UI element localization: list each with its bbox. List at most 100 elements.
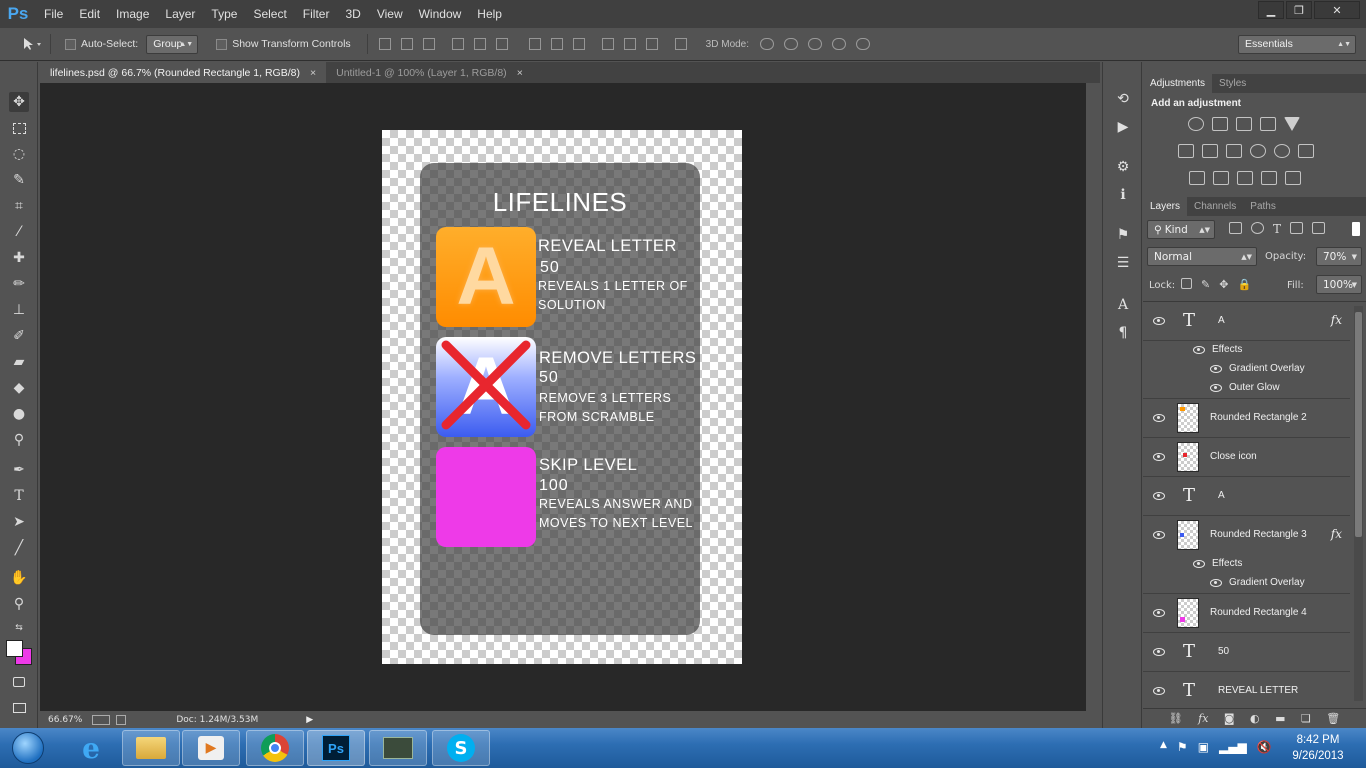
type-tool-icon[interactable]: T (9, 486, 29, 506)
visibility-eye-icon[interactable] (1153, 609, 1165, 617)
export-icon[interactable] (116, 714, 127, 725)
lock-all-icon[interactable]: 🔒 (1237, 278, 1251, 291)
distribute-hcenter-icon[interactable] (623, 38, 636, 50)
layer-row[interactable]: Close icon (1143, 438, 1350, 477)
hand-tool-icon[interactable]: ✋ (9, 568, 29, 588)
visibility-eye-icon[interactable] (1210, 384, 1222, 392)
auto-select-dropdown[interactable]: Group ▲▼ (146, 34, 199, 54)
fill-field[interactable]: 100% ▼ (1316, 275, 1362, 294)
channel-mixer-icon[interactable] (1274, 144, 1290, 158)
new-group-icon[interactable]: ▬ (1275, 712, 1285, 725)
effect-row[interactable]: Gradient Overlay (1143, 574, 1350, 594)
visibility-eye-icon[interactable] (1153, 414, 1165, 422)
lock-position-icon[interactable]: ✥ (1219, 278, 1228, 291)
menu-3d[interactable]: 3D (337, 7, 368, 21)
tab-layers[interactable]: Layers (1143, 197, 1188, 216)
new-adjustment-icon[interactable]: ◐ (1250, 712, 1260, 725)
visibility-eye-icon[interactable] (1193, 560, 1205, 568)
shape-filter-icon[interactable] (1290, 222, 1304, 234)
tab-lifelines[interactable]: lifelines.psd @ 66.7% (Rounded Rectangle… (40, 62, 327, 83)
fx-icon[interactable]: fx (1331, 313, 1342, 327)
show-hidden-icons-icon[interactable]: ▲ (1160, 740, 1167, 754)
distribute-left-icon[interactable] (601, 38, 614, 50)
layer-row[interactable]: T 50 (1143, 633, 1350, 672)
opacity-field[interactable]: 70% ▼ (1316, 247, 1362, 266)
align-right-icon[interactable] (495, 38, 508, 50)
color-balance-icon[interactable] (1202, 144, 1218, 158)
curves-icon[interactable] (1236, 117, 1252, 131)
menu-type[interactable]: Type (203, 7, 245, 21)
color-lookup-icon[interactable] (1298, 144, 1314, 158)
adjustment-filter-icon[interactable] (1251, 222, 1264, 234)
menu-edit[interactable]: Edit (71, 7, 108, 21)
chrome-icon[interactable] (246, 730, 304, 766)
visibility-eye-icon[interactable] (1210, 365, 1222, 373)
canvas-area[interactable]: LIFELINES A REVEAL LETTER 50 REVEALS 1 L… (40, 83, 1086, 711)
distribute-bottom-icon[interactable] (572, 38, 585, 50)
layer-comps-icon[interactable]: ⚙ (1114, 158, 1132, 176)
menu-view[interactable]: View (369, 7, 411, 21)
line-tool-icon[interactable]: ╱ (9, 538, 29, 558)
workspace-dropdown[interactable]: Essentials ▲▼ (1238, 34, 1356, 54)
auto-align-icon[interactable] (674, 38, 687, 50)
visibility-eye-icon[interactable] (1153, 687, 1165, 695)
selective-color-icon[interactable] (1261, 171, 1277, 185)
layer-row[interactable]: Rounded Rectangle 4 (1143, 594, 1350, 633)
visibility-eye-icon[interactable] (1153, 453, 1165, 461)
tab-paths[interactable]: Paths (1243, 197, 1283, 216)
blend-mode-dropdown[interactable]: Normal ▲▼ (1147, 247, 1257, 266)
new-layer-icon[interactable]: ❏ (1301, 712, 1311, 725)
photo-filter-icon[interactable] (1250, 144, 1266, 158)
visibility-eye-icon[interactable] (1153, 317, 1165, 325)
eraser-tool-icon[interactable]: ▰ (9, 352, 29, 372)
history-brush-tool-icon[interactable]: ✐ (9, 326, 29, 346)
exposure-icon[interactable] (1260, 117, 1276, 131)
crop-tool-icon[interactable]: ⌗ (9, 196, 29, 216)
filter-toggle-icon[interactable] (1352, 222, 1360, 236)
dodge-tool-icon[interactable]: ⚲ (9, 430, 29, 450)
visibility-eye-icon[interactable] (1193, 346, 1205, 354)
menu-layer[interactable]: Layer (157, 7, 203, 21)
volume-muted-icon[interactable]: 🔇 (1257, 740, 1272, 754)
tab-untitled-1[interactable]: Untitled-1 @ 100% (Layer 1, RGB/8) × (326, 62, 533, 83)
scrollbar-thumb[interactable] (1355, 312, 1362, 537)
hue-saturation-icon[interactable] (1178, 144, 1194, 158)
effect-row[interactable]: Gradient Overlay (1143, 360, 1350, 379)
layer-row[interactable]: T A (1143, 477, 1350, 516)
link-layers-icon[interactable]: ⛓ (1169, 712, 1183, 725)
quick-mask-icon[interactable] (9, 672, 29, 692)
paragraph-icon[interactable]: ¶ (1114, 324, 1132, 342)
brush-presets-icon[interactable]: ⚑ (1114, 226, 1132, 244)
show-transform-checkbox[interactable] (216, 38, 228, 50)
screen-mode-icon[interactable] (9, 698, 29, 718)
effects-row[interactable]: Effects (1143, 555, 1350, 574)
layer-row[interactable]: Rounded Rectangle 3 fx (1143, 516, 1350, 555)
auto-select-option[interactable]: Auto-Select: (65, 38, 138, 50)
align-top-icon[interactable] (378, 38, 391, 50)
show-transform-option[interactable]: Show Transform Controls (216, 38, 351, 50)
visibility-eye-icon[interactable] (1153, 531, 1165, 539)
black-white-icon[interactable] (1226, 144, 1242, 158)
visibility-eye-icon[interactable] (1210, 579, 1222, 587)
action-center-flag-icon[interactable]: ⚑ (1177, 740, 1188, 754)
menu-help[interactable]: Help (469, 7, 510, 21)
history-icon[interactable]: ⟲ (1114, 90, 1132, 108)
menu-select[interactable]: Select (245, 7, 294, 21)
add-style-icon[interactable]: fx (1198, 712, 1208, 725)
add-mask-icon[interactable]: ◙ (1224, 712, 1235, 725)
menu-file[interactable]: File (36, 7, 71, 21)
3d-roll-icon[interactable] (784, 38, 799, 50)
skype-icon[interactable]: S (432, 730, 490, 766)
document-canvas[interactable]: LIFELINES A REVEAL LETTER 50 REVEALS 1 L… (382, 130, 742, 664)
lock-paint-icon[interactable]: ✎ (1201, 278, 1210, 291)
marquee-tool-icon[interactable] (9, 118, 29, 138)
distribute-top-icon[interactable] (528, 38, 541, 50)
restore-button[interactable]: ❐ (1286, 1, 1312, 19)
clock[interactable]: 8:42 PM 9/26/2013 (1280, 732, 1356, 764)
move-tool-icon[interactable]: ✥ (9, 92, 29, 112)
smart-object-filter-icon[interactable] (1312, 222, 1326, 234)
zoom-tool-icon[interactable]: ⚲ (9, 594, 29, 614)
layer-kind-filter[interactable]: ⚲ Kind ▲▼ (1147, 220, 1215, 239)
menu-filter[interactable]: Filter (295, 7, 338, 21)
media-player-icon[interactable]: ▶ (182, 730, 240, 766)
